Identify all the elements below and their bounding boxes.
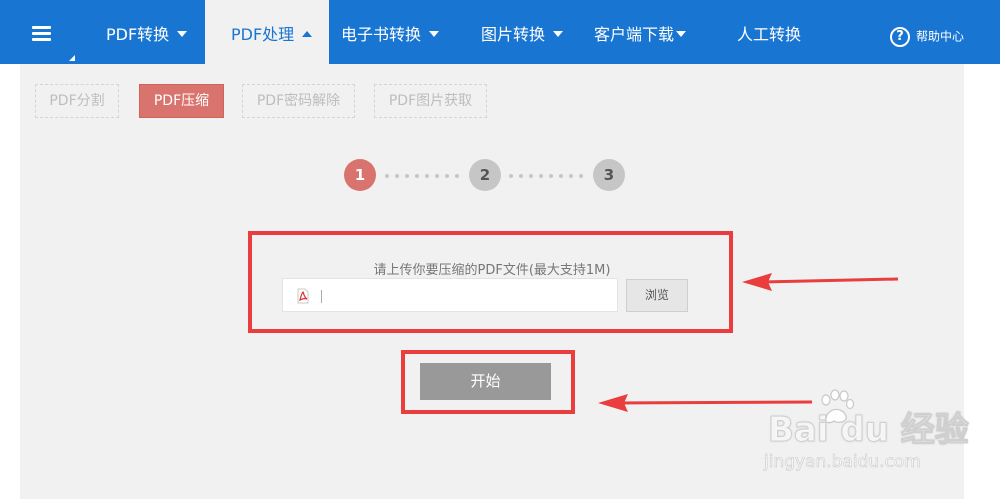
annotation-arrows [598,273,899,412]
annotation-arrow-start [598,394,813,412]
annotation-arrow-upload [742,273,899,291]
